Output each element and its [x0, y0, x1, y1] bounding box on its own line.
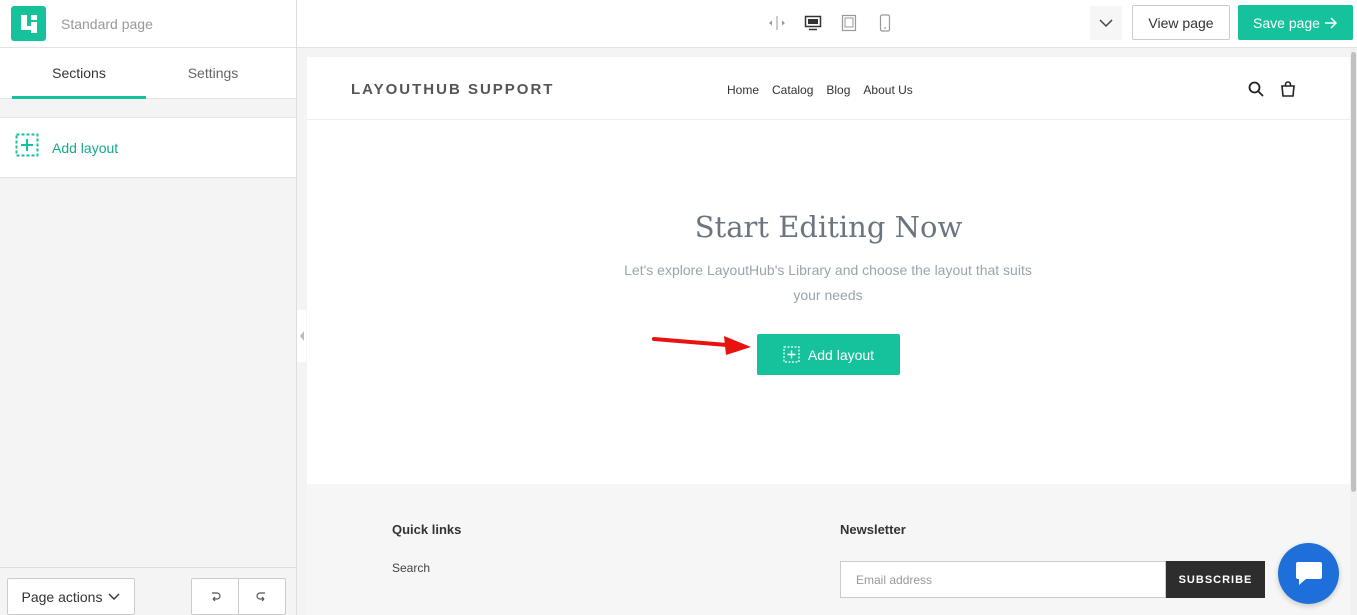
- nav-blog[interactable]: Blog: [826, 83, 850, 97]
- red-arrow-annotation: [652, 336, 751, 355]
- desktop-icon[interactable]: [803, 13, 823, 33]
- sidebar-tabs: Sections Settings: [0, 48, 296, 99]
- tab-settings[interactable]: Settings: [146, 48, 280, 98]
- chat-button[interactable]: [1278, 543, 1339, 604]
- store-header: LAYOUTHUB SUPPORT Home Catalog Blog Abou…: [307, 57, 1350, 120]
- collapse-sidebar-handle[interactable]: [297, 310, 306, 362]
- left-sidebar: Standard page Sections Settings Add layo…: [0, 0, 297, 615]
- top-toolbar: View page Save page: [297, 0, 1357, 48]
- mobile-icon[interactable]: [875, 13, 895, 33]
- arrow-right-icon: [1324, 16, 1338, 29]
- layouthub-logo-icon[interactable]: [11, 6, 46, 41]
- hero-add-layout-button[interactable]: Add layout: [757, 334, 900, 375]
- nav-about-us[interactable]: About Us: [863, 83, 912, 97]
- save-page-label: Save page: [1253, 14, 1320, 31]
- chevron-down-icon: [1099, 18, 1113, 27]
- fit-width-icon[interactable]: [767, 13, 787, 33]
- save-page-button[interactable]: Save page: [1238, 5, 1353, 40]
- more-dropdown-button[interactable]: [1090, 6, 1122, 40]
- sidebar-footer: Page actions: [0, 567, 296, 615]
- add-layout-button[interactable]: Add layout: [0, 117, 296, 178]
- add-layout-label: Add layout: [52, 139, 119, 156]
- store-footer: Quick links Search Newsletter Email addr…: [307, 484, 1350, 615]
- cart-icon[interactable]: [1280, 81, 1296, 97]
- footer-link-search[interactable]: Search: [392, 561, 430, 575]
- newsletter-title: Newsletter: [840, 522, 906, 537]
- device-switcher: [767, 13, 895, 33]
- tablet-icon[interactable]: [839, 13, 859, 33]
- page-actions-label: Page actions: [21, 588, 103, 605]
- search-icon[interactable]: [1248, 81, 1264, 97]
- nav-catalog[interactable]: Catalog: [772, 83, 813, 97]
- undo-button[interactable]: [192, 579, 239, 614]
- sidebar-header: Standard page: [0, 0, 296, 48]
- hero-title: Start Editing Now: [694, 210, 963, 244]
- undo-redo-group: [191, 578, 286, 615]
- hero-subtitle: Let's explore LayoutHub's Library and ch…: [624, 262, 1032, 303]
- preview-scrollbar-thumb[interactable]: [1351, 52, 1356, 492]
- view-page-button[interactable]: View page: [1132, 5, 1230, 40]
- tab-sections[interactable]: Sections: [12, 48, 146, 99]
- redo-button[interactable]: [239, 579, 285, 614]
- chevron-down-icon: [108, 593, 120, 601]
- add-layout-icon: [783, 346, 800, 363]
- email-field[interactable]: Email address: [840, 561, 1166, 598]
- hero-add-layout-label: Add layout: [807, 346, 875, 363]
- chevron-left-icon: [299, 331, 304, 341]
- undo-icon: [212, 591, 221, 601]
- page-preview: LAYOUTHUB SUPPORT Home Catalog Blog Abou…: [307, 57, 1350, 615]
- subscribe-button[interactable]: SUBSCRIBE: [1166, 561, 1265, 598]
- header-icons: [1248, 81, 1296, 97]
- redo-icon: [256, 591, 265, 601]
- store-brand[interactable]: LAYOUTHUB SUPPORT: [351, 81, 554, 98]
- page-name: Standard page: [61, 15, 153, 32]
- store-nav: Home Catalog Blog About Us: [727, 83, 913, 97]
- quick-links-title: Quick links: [392, 522, 462, 537]
- chat-icon: [1295, 561, 1322, 585]
- nav-home[interactable]: Home: [727, 83, 759, 97]
- add-layout-icon: [15, 133, 39, 162]
- page-actions-button[interactable]: Page actions: [7, 578, 135, 615]
